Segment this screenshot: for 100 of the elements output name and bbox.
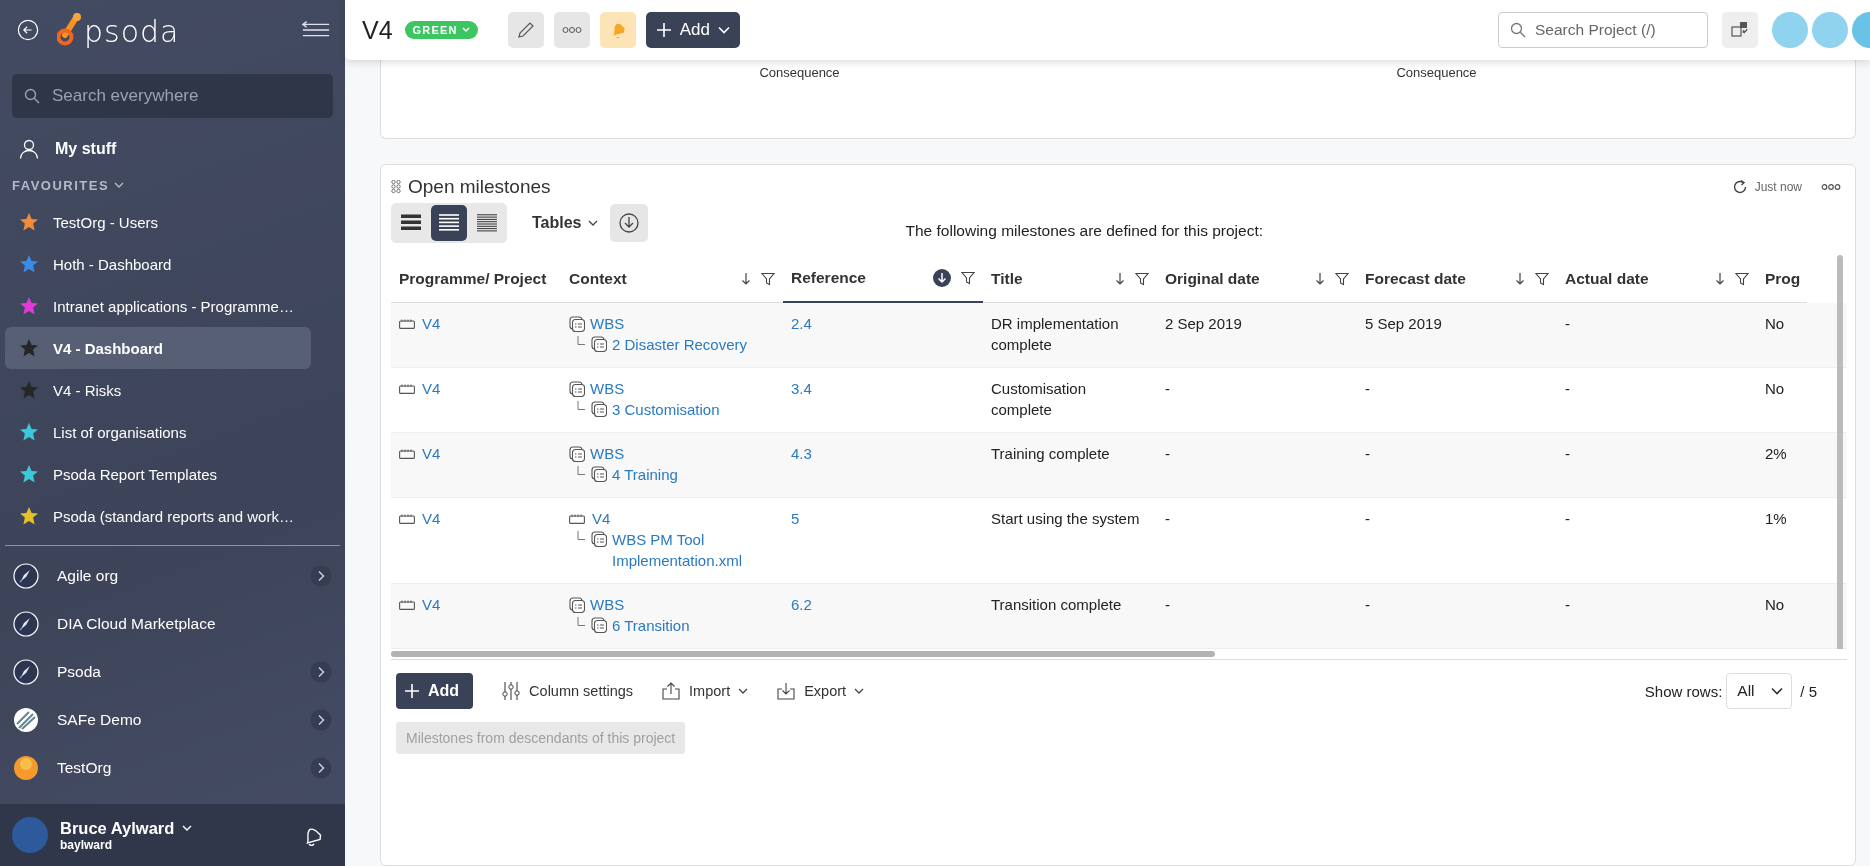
reference-link[interactable]: 4.3 [791,445,812,462]
favourite-item[interactable]: List of organisations [5,411,311,453]
reference-link[interactable]: 6.2 [791,596,812,613]
sort-down-icon[interactable] [1515,271,1525,286]
favourite-item[interactable]: V4 - Dashboard [5,327,311,369]
favourite-item[interactable]: TestOrg - Users [5,201,311,243]
filter-icon[interactable] [1735,271,1749,286]
organisation-item[interactable]: Psoda [5,648,340,696]
organisation-item[interactable]: TestOrg [5,744,340,792]
organisation-item[interactable]: SAFe Demo [5,696,340,744]
sort-down-icon[interactable] [1315,271,1325,286]
project-link[interactable]: V4 [422,510,441,527]
organisation-item[interactable]: DIA Cloud Marketplace [5,600,340,648]
add-button[interactable]: Add [645,12,740,48]
project-link[interactable]: V4 [422,315,441,332]
wbs-icon [591,531,607,547]
drag-handle-icon[interactable] [391,180,401,194]
lines-icon [438,213,460,233]
chevron-right-icon[interactable] [310,661,332,683]
context-link[interactable]: V4 [592,508,611,529]
context-link[interactable]: 2 Disaster Recovery [612,334,775,355]
reference-link[interactable]: 2.4 [791,315,812,332]
caret-icon [854,687,865,695]
context-link[interactable]: WBS [590,378,625,399]
refresh-icon[interactable] [1731,179,1748,195]
organisation-item[interactable]: Agile org [5,552,340,600]
context-link[interactable]: WBS [590,594,625,615]
logo[interactable]: psoda [57,13,180,47]
caret-icon [738,687,749,695]
more-icon[interactable] [1821,183,1841,191]
sort-down-icon[interactable] [1715,271,1725,286]
caret-icon [461,27,470,33]
favourites-heading[interactable]: FAVOURITES [12,178,110,193]
project-link[interactable]: V4 [422,596,441,613]
user-name[interactable]: Bruce Aylward [60,818,175,838]
vertical-scrollbar[interactable] [1837,255,1843,649]
tree-elbow-icon [577,466,585,476]
project-link[interactable]: V4 [422,445,441,462]
caret-icon [717,26,730,34]
plus-icon [404,683,420,699]
search-field[interactable]: Search Project (/) [1498,12,1708,48]
project-icon [399,449,415,459]
context-link[interactable]: WBS [590,313,625,334]
project-icon [569,513,585,524]
more-button[interactable] [553,12,590,48]
tables-dropdown[interactable]: Tables [532,214,598,232]
filter-icon[interactable] [1535,271,1549,286]
context-link[interactable]: 3 Customisation [612,399,775,420]
sort-down-icon[interactable] [1115,271,1125,286]
chevron-right-icon[interactable] [310,565,332,587]
download-icon [776,681,797,701]
reference-link[interactable]: 5 [791,510,800,527]
add-button[interactable]: Add [396,673,474,709]
chevron-right-icon[interactable] [310,757,332,779]
edit-button[interactable] [507,12,544,48]
project-icon [399,600,415,610]
download-icon [617,212,640,234]
filter-icon[interactable] [761,271,775,286]
filter-icon[interactable] [1335,271,1349,286]
filter-icon[interactable] [961,271,975,285]
sliders-icon [501,681,522,701]
sort-down-icon[interactable] [933,269,951,287]
favourite-item[interactable]: Psoda (standard reports and work… [5,495,311,537]
rows-dropdown[interactable]: All [1726,673,1793,709]
favourite-item[interactable]: V4 - Risks [5,369,311,411]
date-cell: - [1565,445,1570,462]
search-icon [1510,22,1526,38]
milestone-title: DR implementation complete [991,315,1119,353]
search-field[interactable]: Search everywhere [12,74,333,118]
chevron-right-icon[interactable] [310,709,332,731]
switch-view-button[interactable] [1722,12,1758,48]
favourite-item[interactable]: Hoth - Dashboard [5,243,311,285]
export-button[interactable]: Export [776,681,865,701]
axis-label: Consequence [759,65,840,81]
sort-down-icon[interactable] [741,271,751,286]
horizontal-scrollbar[interactable] [391,651,1215,657]
row-count: / 5 [1800,682,1817,700]
favourite-item[interactable]: Intranet applications - Programme… [5,285,311,327]
rocket-icon [13,659,39,685]
context-link[interactable]: WBS PM Tool Implementation.xml [612,529,775,571]
column-settings-button[interactable]: Column settings [501,681,634,701]
project-link[interactable]: V4 [422,380,441,397]
date-cell: - [1565,380,1570,397]
page-title: V4 [362,15,393,45]
favourite-item[interactable]: Psoda Report Templates [5,453,311,495]
context-link[interactable]: 6 Transition [612,615,775,636]
context-link[interactable]: 4 Training [612,464,775,485]
context-link[interactable]: WBS [590,443,625,464]
back-icon[interactable] [17,19,39,41]
filter-icon[interactable] [1135,271,1149,286]
download-button[interactable] [609,204,648,242]
import-button[interactable]: Import [661,681,749,701]
caret-icon [587,219,598,227]
reference-link[interactable]: 3.4 [791,380,812,397]
view-density-button[interactable] [431,205,467,241]
milestone-title: Customisation complete [991,380,1087,418]
lines-icon [400,213,422,233]
username: baylward [60,837,114,852]
my-stuff-link[interactable]: My stuff [5,128,340,170]
striped-logo-icon [13,707,39,733]
